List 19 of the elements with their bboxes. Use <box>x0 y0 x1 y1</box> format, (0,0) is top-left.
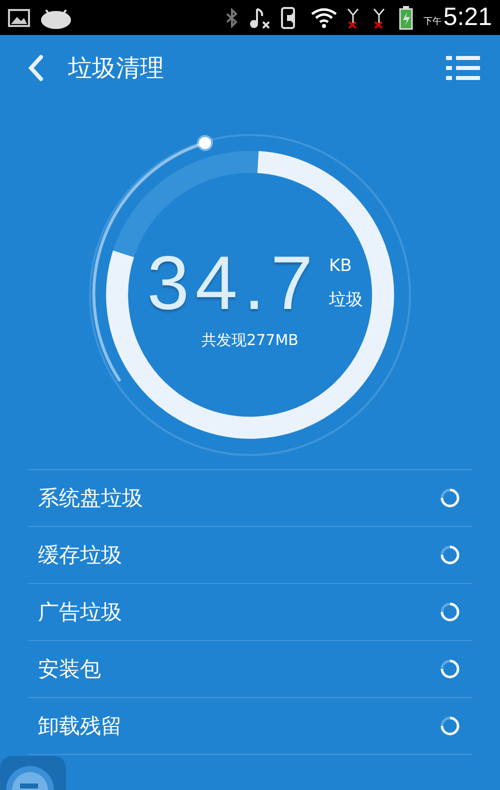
category-label: 广告垃圾 <box>38 599 123 626</box>
android-icon <box>40 6 72 28</box>
category-label: 缓存垃圾 <box>38 542 123 569</box>
battery-charging-icon <box>399 6 414 30</box>
found-summary: 共发现277MB <box>202 331 298 350</box>
time-period: 下午 <box>423 16 442 28</box>
wifi-icon <box>311 8 338 28</box>
size-unit: KB <box>328 256 353 276</box>
clock-time: 5:21 <box>443 3 492 32</box>
unit-label: 垃圾 <box>328 289 363 311</box>
category-label: 系统盘垃圾 <box>38 485 144 512</box>
junk-size: 34.7 <box>147 240 319 327</box>
scan-dot <box>197 135 213 151</box>
gallery-icon <box>8 8 30 26</box>
category-label: 安装包 <box>38 656 102 683</box>
music-muted-icon <box>249 6 272 28</box>
page-title: 垃圾清理 <box>68 53 165 84</box>
category-label: 卸载残留 <box>38 713 123 740</box>
bluetooth-icon <box>225 8 240 28</box>
